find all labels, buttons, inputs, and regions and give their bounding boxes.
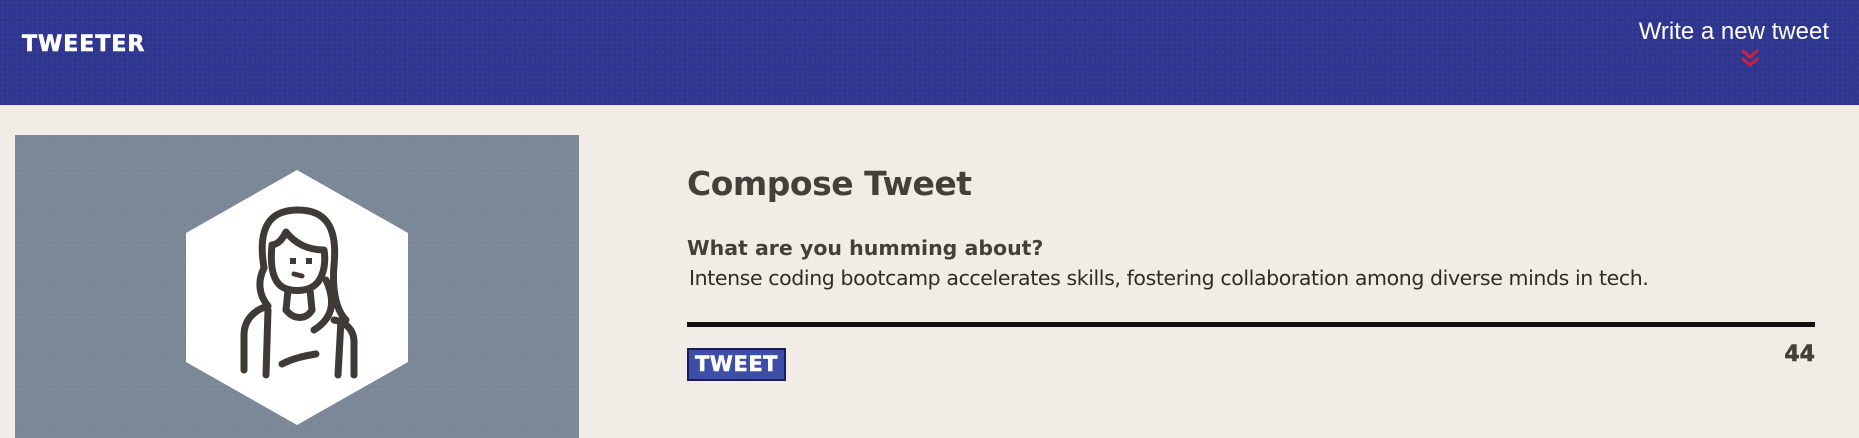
navbar: TWEETER Write a new tweet xyxy=(0,0,1859,105)
write-new-tweet-link[interactable]: Write a new tweet xyxy=(1609,18,1829,67)
write-new-tweet-label[interactable]: Write a new tweet xyxy=(1609,18,1829,46)
tweet-prompt-label: What are you humming about? xyxy=(687,236,1044,260)
user-avatar-icon xyxy=(186,170,408,425)
double-chevron-down-icon[interactable] xyxy=(1739,48,1761,70)
char-counter: 44 xyxy=(1784,342,1815,368)
profile-panel xyxy=(15,135,579,438)
brand-logo[interactable]: TWEETER xyxy=(22,30,145,60)
tweet-text-input[interactable]: Intense coding bootcamp accelerates skil… xyxy=(689,264,1815,292)
page-title: Compose Tweet xyxy=(687,164,972,203)
compose-section: Compose Tweet What are you humming about… xyxy=(687,160,1815,381)
tweet-submit-button[interactable]: TWEET xyxy=(687,348,786,381)
tweet-input-underline xyxy=(687,322,1815,327)
